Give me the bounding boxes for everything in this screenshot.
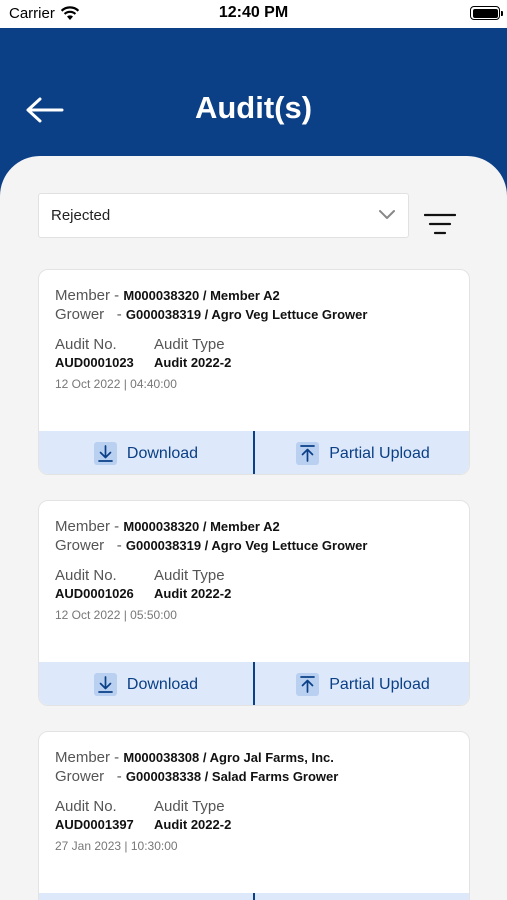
grower-label: Grower [55,537,105,554]
filter-icon[interactable] [424,210,456,238]
audit-card[interactable]: Member - M000038308 / Agro Jal Farms, In… [38,731,470,900]
member-row: Member - M000038308 / Agro Jal Farms, In… [55,749,334,766]
download-label: Download [126,444,199,462]
card-actions: Download Partial Upload [39,431,469,474]
grower-row: Grower - G000038338 / Salad Farms Grower [55,768,338,785]
member-label: Member - [55,749,120,766]
grower-dash: - [116,306,122,323]
partial-upload-label: Partial Upload [329,444,430,462]
status-time: 12:40 PM [218,4,289,21]
upload-icon [296,673,320,696]
member-row: Member - M000038320 / Member A2 [55,287,280,304]
audit-type-value: Audit 2022-2 [154,586,232,601]
partial-upload-label: Partial Upload [329,675,430,693]
app-header: Audit(s) [0,28,507,168]
audit-type-value: Audit 2022-2 [154,355,232,370]
download-button[interactable]: Download [39,662,253,705]
audit-date: 27 Jan 2023 | 10:30:00 [55,839,178,853]
upload-icon [296,442,320,465]
audit-no-value: AUD0001026 [55,586,134,601]
audit-date: 12 Oct 2022 | 04:40:00 [55,377,177,391]
status-filter-select[interactable]: Rejected [38,193,409,238]
download-button[interactable]: Download [39,431,253,474]
grower-label: Grower [55,768,105,785]
partial-upload-button[interactable]: Partial Upload [255,431,469,474]
download-icon [93,442,117,465]
audit-card[interactable]: Member - M000038320 / Member A2 Grower -… [38,500,470,706]
member-value: M000038308 / Agro Jal Farms, Inc. [123,750,334,765]
grower-label: Grower [55,306,105,323]
grower-row: Grower - G000038319 / Agro Veg Lettuce G… [55,537,367,554]
page-title: Audit(s) [194,90,313,125]
audit-card[interactable]: Member - M000038320 / Member A2 Grower -… [38,269,470,475]
status-filter-value: Rejected [51,207,111,224]
member-value: M000038320 / Member A2 [123,288,280,303]
audit-type-value: Audit 2022-2 [154,817,232,832]
audit-no-label: Audit No. [55,567,117,584]
card-actions: Download Partial Upload [39,662,469,705]
grower-dash: - [116,768,122,785]
audit-no-label: Audit No. [55,336,117,353]
member-row: Member - M000038320 / Member A2 [55,518,280,535]
grower-value: G000038338 / Salad Farms Grower [125,769,339,784]
status-bar: Carrier 12:40 PM [0,0,507,28]
grower-value: G000038319 / Agro Veg Lettuce Grower [125,307,368,322]
audit-type-label: Audit Type [154,336,225,353]
grower-value: G000038319 / Agro Veg Lettuce Grower [125,538,368,553]
battery-icon [470,6,503,20]
partial-upload-button[interactable]: Partial Upload [255,662,469,705]
audit-no-label: Audit No. [55,798,117,815]
download-label: Download [126,675,199,693]
member-label: Member - [55,287,120,304]
member-label: Member - [55,518,120,535]
audit-type-label: Audit Type [154,567,225,584]
action-divider [253,893,255,900]
chevron-down-icon [379,210,395,219]
member-value: M000038320 / Member A2 [123,519,280,534]
card-actions [39,893,469,900]
audit-no-value: AUD0001397 [55,817,134,832]
audit-no-value: AUD0001023 [55,355,134,370]
audit-date: 12 Oct 2022 | 05:50:00 [55,608,177,622]
audit-type-label: Audit Type [154,798,225,815]
grower-dash: - [116,537,122,554]
grower-row: Grower - G000038319 / Agro Veg Lettuce G… [55,306,367,323]
download-icon [93,673,117,696]
